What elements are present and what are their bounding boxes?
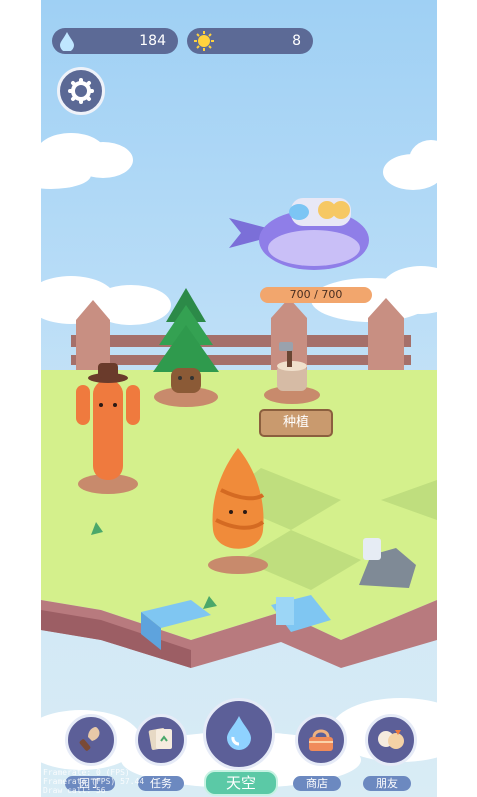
nav-friends-label[interactable]: 朋友 <box>363 776 411 791</box>
friends-icon <box>378 730 404 749</box>
garden-scene <box>41 133 437 788</box>
settings-button[interactable] <box>57 67 105 115</box>
debug-line: Draw call: 56 <box>43 786 106 795</box>
nav-friends-button[interactable] <box>365 714 417 766</box>
whale-airship[interactable] <box>229 188 369 278</box>
gear-icon <box>68 78 94 104</box>
nav-shop-button[interactable] <box>295 714 347 766</box>
water-count: 184 <box>139 33 166 49</box>
task-cards-icon <box>148 728 172 750</box>
water-counter: 184 <box>52 28 178 54</box>
debug-line: Framerate: 0 (FPS) <box>43 768 130 777</box>
sun-icon <box>193 31 215 55</box>
nav-sky-button[interactable] <box>203 698 275 770</box>
sun-counter: 8 <box>187 28 313 54</box>
trowel-icon <box>79 727 100 751</box>
plant-button[interactable]: 种植 <box>259 409 333 437</box>
water-drop-icon <box>227 716 251 750</box>
nav-gardener-button[interactable] <box>65 714 117 766</box>
basket-icon <box>309 729 333 751</box>
debug-stats: Framerate: 0 (FPS) Framerate (FPS) 57.44… <box>43 768 144 795</box>
sun-count: 8 <box>292 33 301 49</box>
nav-tasks-label[interactable]: 任务 <box>138 776 184 791</box>
water-drop-icon <box>58 31 76 55</box>
game-stage[interactable]: 184 8 700 / 700 种植 园丁 任务 天空 商店 朋友 Framer… <box>41 0 437 797</box>
nav-sky-label[interactable]: 天空 <box>204 770 278 796</box>
nav-shop-label[interactable]: 商店 <box>293 776 341 791</box>
airship-progress: 700 / 700 <box>260 287 372 303</box>
nav-tasks-button[interactable] <box>135 714 187 766</box>
debug-line: Framerate (FPS) 57.44 <box>43 777 145 786</box>
